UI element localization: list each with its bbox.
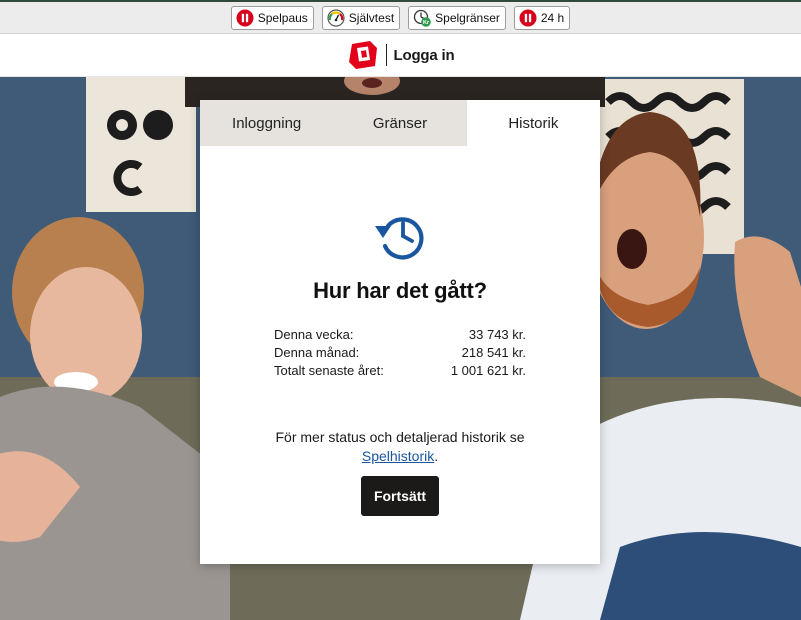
pause-24h-label: 24 h [540,10,565,25]
header-divider [385,44,387,66]
tab-granser[interactable]: Gränser [333,100,466,146]
info-text: För mer status och detaljerad historik s… [275,429,525,445]
svenska-spel-logo-icon [348,41,377,69]
spelpaus-label: Spelpaus [257,10,308,25]
stat-row-week: Denna vecka: 33 743 kr. [274,327,526,345]
stat-label: Denna vecka: [274,327,354,342]
spelgranser-button[interactable]: Kr Spelgränser [408,5,506,30]
stat-label: Totalt senaste året: [274,363,384,378]
pause-24h-button[interactable]: 24 h [513,5,571,30]
info-suffix: . [434,448,439,464]
pause-icon [236,9,254,26]
tab-inloggning[interactable]: Inloggning [200,100,333,146]
sjalvtest-button[interactable]: Självtest [321,5,401,30]
limits-icon: Kr [414,9,431,27]
spelgranser-label: Spelgränser [435,10,500,25]
responsible-gaming-bar: Spelpaus Självtest Kr Spelgränser 24 h [0,0,801,34]
login-label: Logga in [393,46,455,64]
sjalvtest-label: Självtest [348,10,395,25]
continue-button[interactable]: Fortsätt [361,476,439,516]
stat-label: Denna månad: [274,345,360,360]
tab-historik[interactable]: Historik [466,100,600,146]
svg-text:Kr: Kr [423,20,430,26]
stat-row-year: Totalt senaste året: 1 001 621 kr. [274,363,526,381]
stat-row-month: Denna månad: 218 541 kr. [274,345,526,363]
history-stats: Denna vecka: 33 743 kr. Denna månad: 218… [274,327,526,381]
modal-tabs: Inloggning Gränser Historik [200,100,600,146]
history-info: För mer status och detaljerad historik s… [240,428,560,466]
site-header: Logga in [0,34,801,77]
pause-icon [519,9,537,26]
stat-value: 33 743 kr. [468,327,526,342]
spelpaus-button[interactable]: Spelpaus [230,5,314,30]
history-modal: Inloggning Gränser Historik Hur har det … [200,100,600,564]
spelhistorik-link[interactable]: Spelhistorik [362,448,434,464]
modal-title: Hur har det gått? [313,278,487,303]
stat-value: 1 001 621 kr. [450,363,526,378]
history-icon [375,217,424,260]
stat-value: 218 541 kr. [461,345,526,360]
login-header-link[interactable]: Logga in [347,40,455,70]
gauge-icon [327,8,345,27]
